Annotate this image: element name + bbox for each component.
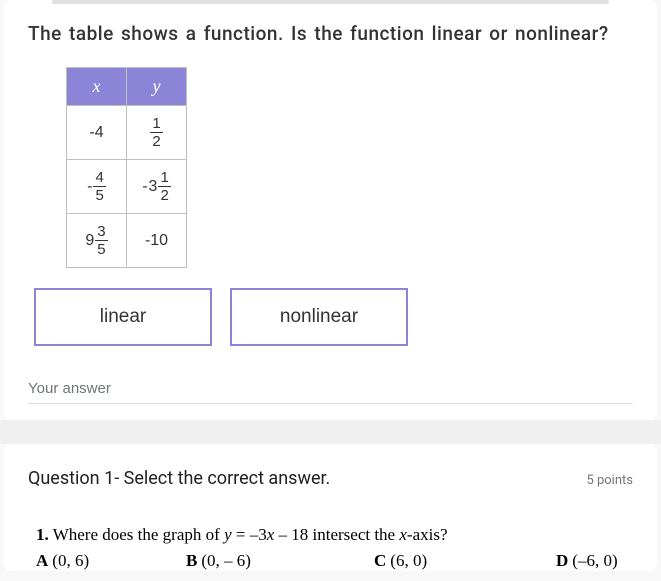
numerator: 3 [95, 224, 107, 241]
function-table-wrap: x y -4 1 2 - [66, 67, 633, 268]
numerator: 1 [158, 170, 170, 187]
answer-options: linear nonlinear [34, 288, 633, 346]
cell-y-0: 1 2 [127, 106, 187, 160]
option-nonlinear[interactable]: nonlinear [230, 288, 408, 346]
answer-input[interactable] [28, 374, 633, 404]
function-table: x y -4 1 2 - [66, 67, 187, 268]
cell-x-0: -4 [67, 106, 127, 160]
neg-mixed-number: - 3 1 2 [142, 170, 171, 203]
fraction: 1 2 [150, 116, 162, 149]
whole-num: 4 [95, 124, 104, 141]
eq-sign: = [232, 525, 250, 544]
points-label: 5 points [586, 473, 633, 488]
fraction: 3 5 [95, 224, 107, 257]
table-row: 9 3 5 -10 [67, 214, 187, 268]
denominator: 2 [152, 133, 160, 149]
table-header-x: x [67, 68, 127, 106]
question-prompt: The table shows a function. Is the funct… [28, 22, 633, 45]
whole-num: 9 [85, 232, 94, 250]
cell-y-2: -10 [127, 214, 187, 268]
table-row: - 4 5 - 3 1 2 [67, 160, 187, 214]
cell-x-2: 9 3 5 [67, 214, 127, 268]
question-header: Question 1- Select the correct answer. 5… [28, 468, 633, 489]
fraction: 4 5 [93, 170, 105, 203]
choice-label: D [556, 551, 568, 571]
eq-end: -axis? [407, 525, 448, 544]
denominator: 5 [95, 187, 103, 203]
whole-num: 3 [149, 178, 158, 196]
eq-rhs: –3 [250, 525, 267, 544]
mixed-number: 9 3 5 [85, 224, 107, 257]
whole-num: 10 [150, 232, 168, 249]
question-card-1: The table shows a function. Is the funct… [4, 0, 657, 420]
stem-text: Where does the graph of [53, 525, 224, 544]
option-linear[interactable]: linear [34, 288, 212, 346]
card-top-rule [52, 0, 609, 4]
neg-sign: - [142, 178, 147, 196]
fraction: 1 2 [158, 170, 170, 203]
choice-value: (6, 0) [390, 551, 427, 571]
choice-label: B [186, 551, 197, 571]
cell-x-1: - 4 5 [67, 160, 127, 214]
question-card-2: Question 1- Select the correct answer. 5… [4, 444, 657, 571]
var-x-axis: x [399, 525, 407, 544]
numerator: 1 [150, 116, 162, 133]
cell-y-1: - 3 1 2 [127, 160, 187, 214]
math-question-block: 1. Where does the graph of y = –3 x – 18 … [36, 525, 633, 571]
denominator: 2 [160, 187, 168, 203]
eq-tail: – 18 intersect the [274, 525, 399, 544]
choice-label: A [36, 551, 48, 571]
math-stem: 1. Where does the graph of y = –3 x – 18 … [36, 525, 633, 545]
neg-sign: - [87, 178, 92, 196]
choice-a[interactable]: A (0, 6) [36, 551, 186, 571]
choice-label: C [374, 551, 386, 571]
var-y: y [224, 525, 232, 544]
card-gap [0, 420, 661, 444]
choice-value: (0, – 6) [201, 551, 251, 571]
numerator: 4 [93, 170, 105, 187]
denominator: 5 [97, 241, 105, 257]
table-header-y: y [127, 68, 187, 106]
question-title: Question 1- Select the correct answer. [28, 468, 330, 489]
choice-d[interactable]: D (–6, 0) [556, 551, 618, 571]
choice-c[interactable]: C (6, 0) [374, 551, 556, 571]
choice-value: (–6, 0) [572, 551, 617, 571]
choice-value: (0, 6) [52, 551, 89, 571]
neg-fraction: - 4 5 [87, 170, 106, 203]
question-number: 1. [36, 525, 49, 544]
choice-b[interactable]: B (0, – 6) [186, 551, 374, 571]
table-row: -4 1 2 [67, 106, 187, 160]
choices-row: A (0, 6) B (0, – 6) C (6, 0) D (–6, 0) [36, 551, 633, 571]
